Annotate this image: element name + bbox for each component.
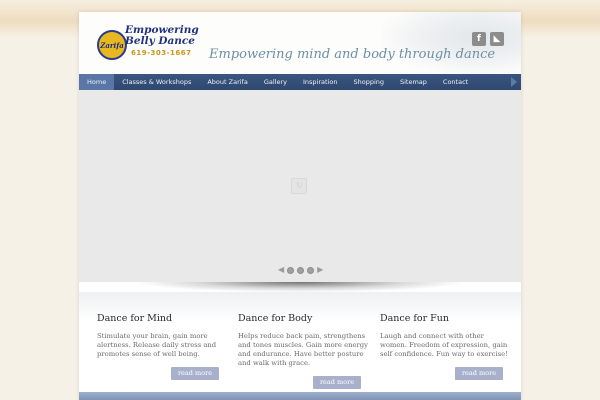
nav-item-contact[interactable]: Contact	[435, 74, 476, 90]
slider-dot[interactable]	[297, 266, 305, 274]
slider-controls: ◀ ▶	[278, 266, 323, 274]
logo-badge-text: Zarifa	[100, 40, 124, 50]
logo-phone: 619-303-1667	[131, 49, 192, 57]
page-container: Zarifa Empowering Belly Dance 619-303-16…	[79, 12, 521, 400]
logo-title: Empowering Belly Dance	[125, 24, 199, 47]
nav-item-shopping[interactable]: Shopping	[345, 74, 392, 90]
slider-dot[interactable]	[287, 266, 295, 274]
column-title: Dance for Fun	[380, 313, 449, 324]
nav-item-about-zarifa[interactable]: About Zarifa	[199, 74, 255, 90]
nav-item-inspiration[interactable]: Inspiration	[295, 74, 345, 90]
read-more-button[interactable]: read more	[455, 367, 503, 380]
slider-prev-icon[interactable]: ◀	[278, 266, 284, 274]
column-title: Dance for Body	[238, 313, 313, 324]
site-logo[interactable]: Zarifa Empowering Belly Dance 619-303-16…	[95, 24, 199, 68]
slider-dot[interactable]	[307, 266, 315, 274]
read-more-button[interactable]: read more	[313, 376, 361, 389]
feature-columns: Dance for Mind Stimulate your brain, gai…	[79, 292, 521, 392]
column-text: Laugh and connect with other women. Free…	[380, 332, 508, 358]
site-tagline: Empowering mind and body through dance	[209, 47, 496, 62]
nav-item-gallery[interactable]: Gallery	[256, 74, 295, 90]
loading-icon: ↻	[291, 178, 307, 194]
main-nav: Home Classes & Workshops About Zarifa Ga…	[79, 74, 521, 90]
nav-item-classes-workshops[interactable]: Classes & Workshops	[114, 74, 199, 90]
nav-item-sitemap[interactable]: Sitemap	[392, 74, 435, 90]
column-mind: Dance for Mind Stimulate your brain, gai…	[97, 313, 229, 359]
read-more-button[interactable]: read more	[171, 367, 219, 380]
column-body: Dance for Body Helps reduce back pain, s…	[238, 313, 370, 368]
column-text: Helps reduce back pain, strengthens and …	[238, 332, 368, 367]
logo-badge-icon: Zarifa	[97, 30, 127, 60]
slider-next-icon[interactable]: ▶	[317, 266, 323, 274]
footer-bar	[79, 392, 521, 400]
nav-item-home[interactable]: Home	[79, 74, 115, 90]
image-slider[interactable]: ↻ ◀ ▶	[79, 90, 521, 282]
column-text: Stimulate your brain, gain more alertnes…	[97, 332, 217, 358]
rss-icon[interactable]: ◣	[490, 32, 504, 46]
facebook-icon[interactable]: f	[472, 32, 486, 46]
column-title: Dance for Mind	[97, 313, 173, 324]
site-header: Zarifa Empowering Belly Dance 619-303-16…	[79, 12, 521, 74]
column-fun: Dance for Fun Laugh and connect with oth…	[380, 313, 512, 359]
slider-shadow	[139, 282, 461, 292]
nav-arrow-icon	[511, 77, 517, 87]
